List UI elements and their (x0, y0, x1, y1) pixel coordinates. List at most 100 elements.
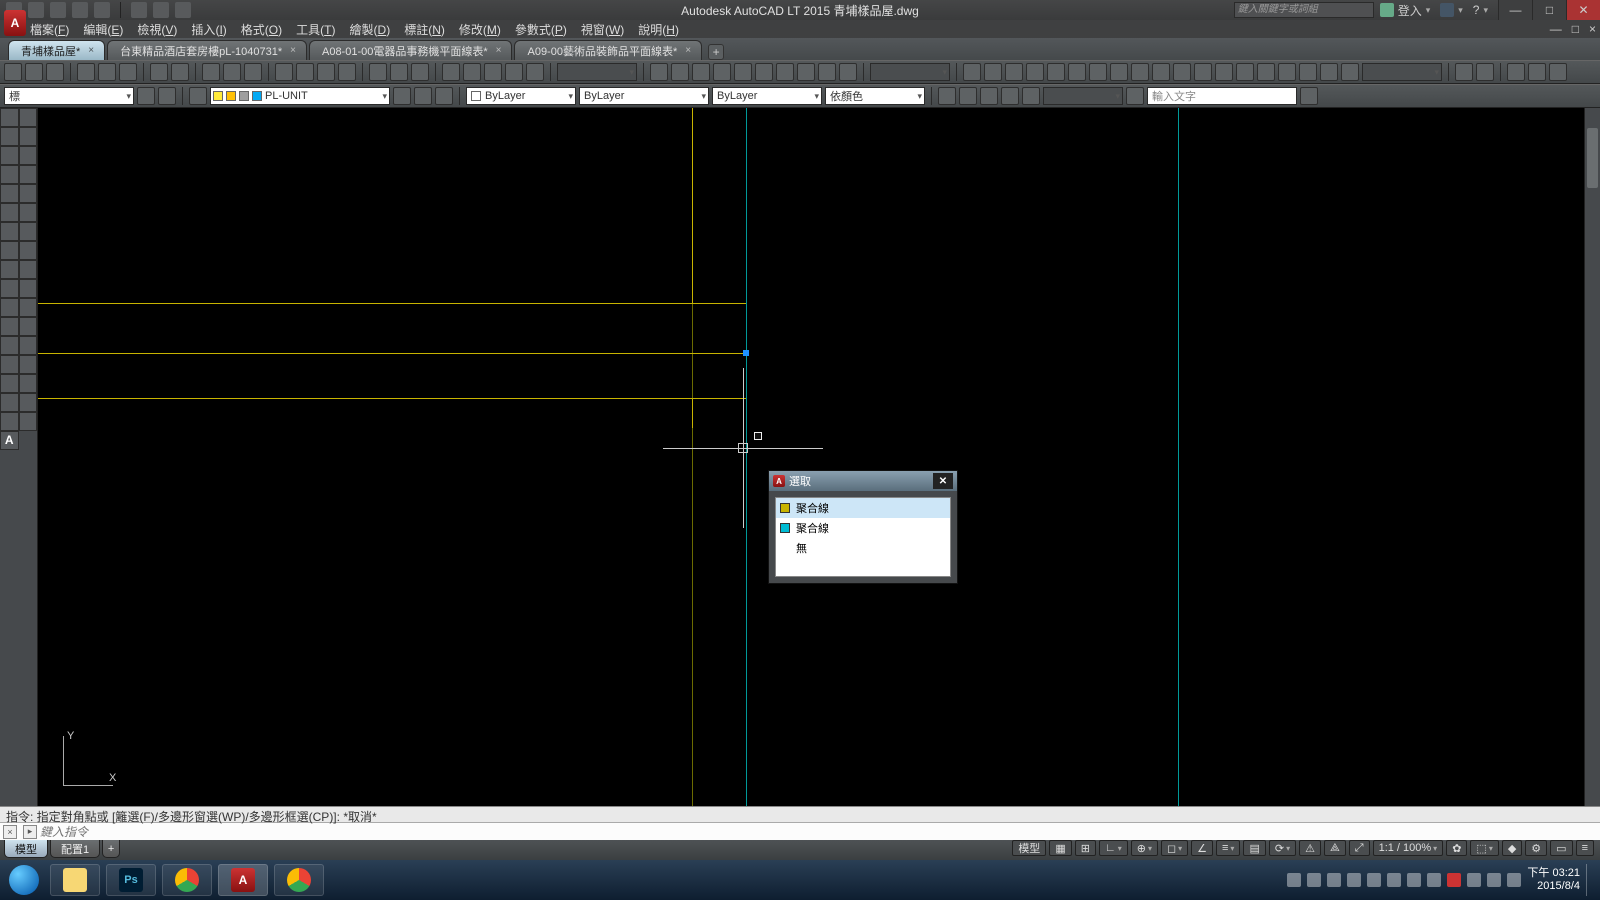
add-layout-button[interactable]: + (102, 840, 120, 858)
tray-icon[interactable] (1507, 873, 1521, 887)
tool-button[interactable] (1089, 63, 1107, 81)
linetype-combo[interactable]: ByLayer (579, 87, 709, 105)
tool-pline[interactable] (0, 127, 19, 146)
tool-fillet[interactable] (0, 374, 19, 393)
tool-chamfer[interactable] (19, 374, 38, 393)
menu-help[interactable]: 說明(H) (638, 21, 679, 38)
textstyle-combo[interactable] (1043, 87, 1123, 105)
file-tab[interactable]: 台東精品酒店套房樓pL-1040731*× (107, 40, 307, 60)
tool-button[interactable] (1278, 63, 1296, 81)
tool-button[interactable] (137, 87, 155, 105)
status-workspace-button[interactable]: ⬚▾ (1470, 840, 1498, 856)
status-ortho-button[interactable]: ∟▾ (1099, 840, 1128, 856)
tool-button[interactable] (1320, 63, 1338, 81)
tool-button[interactable] (1257, 63, 1275, 81)
status-cleanscreen-button[interactable]: ▭ (1550, 840, 1572, 856)
status-otrack-button[interactable]: ∠ (1191, 840, 1213, 856)
taskbar-explorer[interactable] (50, 864, 100, 896)
tool-button[interactable] (442, 63, 460, 81)
tool-button[interactable] (1131, 63, 1149, 81)
plotstyle-combo[interactable]: 依顏色 (825, 87, 925, 105)
tool-button[interactable] (1455, 63, 1473, 81)
tool-button[interactable] (1528, 63, 1546, 81)
tool-button[interactable] (1476, 63, 1494, 81)
tool-button[interactable] (1194, 63, 1212, 81)
tool-xline[interactable] (19, 108, 38, 127)
tool-button[interactable] (671, 63, 689, 81)
status-snap-button[interactable]: ⊞ (1075, 840, 1096, 856)
mdi-minimize[interactable]: — (1550, 22, 1562, 36)
taskbar-chrome2[interactable] (274, 864, 324, 896)
menu-edit[interactable]: 編輯(E) (83, 21, 123, 38)
tool-button[interactable] (734, 63, 752, 81)
app-logo[interactable] (4, 10, 26, 36)
qat-icon[interactable] (175, 2, 191, 18)
tool-button[interactable] (1026, 63, 1044, 81)
tool-button[interactable] (963, 63, 981, 81)
menu-insert[interactable]: 插入(I) (191, 21, 226, 38)
status-annomonitor-button[interactable]: ⚠ (1299, 840, 1321, 856)
tool-button[interactable] (1215, 63, 1233, 81)
tool-button[interactable] (1236, 63, 1254, 81)
tool-button[interactable] (4, 63, 22, 81)
close-button[interactable]: ✕ (1566, 0, 1600, 20)
tray-icon[interactable] (1327, 873, 1341, 887)
tray-icon[interactable] (1287, 873, 1301, 887)
tool-button[interactable] (839, 63, 857, 81)
status-gear-button[interactable]: ✿ (1446, 840, 1467, 856)
file-tab[interactable]: A09-00藝術品裝飾品平面線表*× (514, 40, 702, 60)
tool-button[interactable] (411, 63, 429, 81)
qat-icon[interactable] (131, 2, 147, 18)
tool-button[interactable] (463, 63, 481, 81)
tool-button[interactable] (1005, 63, 1023, 81)
selection-option[interactable]: 聚合線 (776, 498, 950, 518)
tool-button[interactable] (369, 63, 387, 81)
tool-button[interactable] (1152, 63, 1170, 81)
popup-titlebar[interactable]: 選取 ✕ (769, 471, 957, 491)
status-polar-button[interactable]: ⊕▾ (1131, 840, 1158, 856)
tool-button[interactable] (1507, 63, 1525, 81)
tool-button[interactable] (1299, 63, 1317, 81)
find-button[interactable] (1300, 87, 1318, 105)
tool-offset[interactable] (19, 412, 38, 431)
minimize-button[interactable]: — (1498, 0, 1532, 20)
tool-button[interactable] (223, 63, 241, 81)
tool-spline[interactable] (0, 184, 19, 203)
status-lwt-button[interactable]: ≡▾ (1216, 840, 1240, 856)
command-close-icon[interactable]: × (3, 825, 17, 839)
tool-button[interactable] (46, 63, 64, 81)
tool-button[interactable] (275, 63, 293, 81)
selection-option[interactable]: 聚合線 (776, 518, 950, 538)
tool-button[interactable] (692, 63, 710, 81)
show-desktop-button[interactable] (1586, 864, 1594, 896)
taskbar-chrome[interactable] (162, 864, 212, 896)
tool-button[interactable] (1047, 63, 1065, 81)
grip-point[interactable] (743, 350, 749, 356)
tool-erase[interactable] (19, 393, 38, 412)
tool-addsel[interactable] (19, 279, 38, 298)
layer-properties-button[interactable] (189, 87, 207, 105)
tray-icon[interactable] (1387, 873, 1401, 887)
tool-mtext[interactable] (0, 279, 19, 298)
tool-mirror[interactable] (0, 336, 19, 355)
status-custom-button[interactable]: ≡ (1576, 840, 1594, 856)
start-button[interactable] (4, 860, 44, 900)
tool-button[interactable] (818, 63, 836, 81)
file-tab[interactable]: A08-01-00電器品事務機平面線表*× (309, 40, 513, 60)
menu-draw[interactable]: 繪製(D) (350, 21, 391, 38)
nav-wheel-icon[interactable] (1587, 128, 1598, 188)
menu-dimension[interactable]: 標註(N) (404, 21, 445, 38)
taskbar-autocad[interactable]: A (218, 864, 268, 896)
menu-file[interactable]: 檔案(F) (30, 21, 69, 38)
tool-block[interactable] (0, 222, 19, 241)
qat-icon[interactable] (72, 2, 88, 18)
tool-button[interactable] (1022, 87, 1040, 105)
menu-modify[interactable]: 修改(M) (459, 21, 501, 38)
tool-button[interactable] (119, 63, 137, 81)
tool-button[interactable] (1126, 87, 1144, 105)
tool-arc[interactable] (19, 146, 38, 165)
tool-trim[interactable] (0, 355, 19, 374)
file-tab[interactable]: 青埔樣品屋*× (8, 40, 105, 60)
tray-clock[interactable]: 下午 03:21 2015/8/4 (1527, 867, 1580, 893)
tool-button[interactable] (338, 63, 356, 81)
